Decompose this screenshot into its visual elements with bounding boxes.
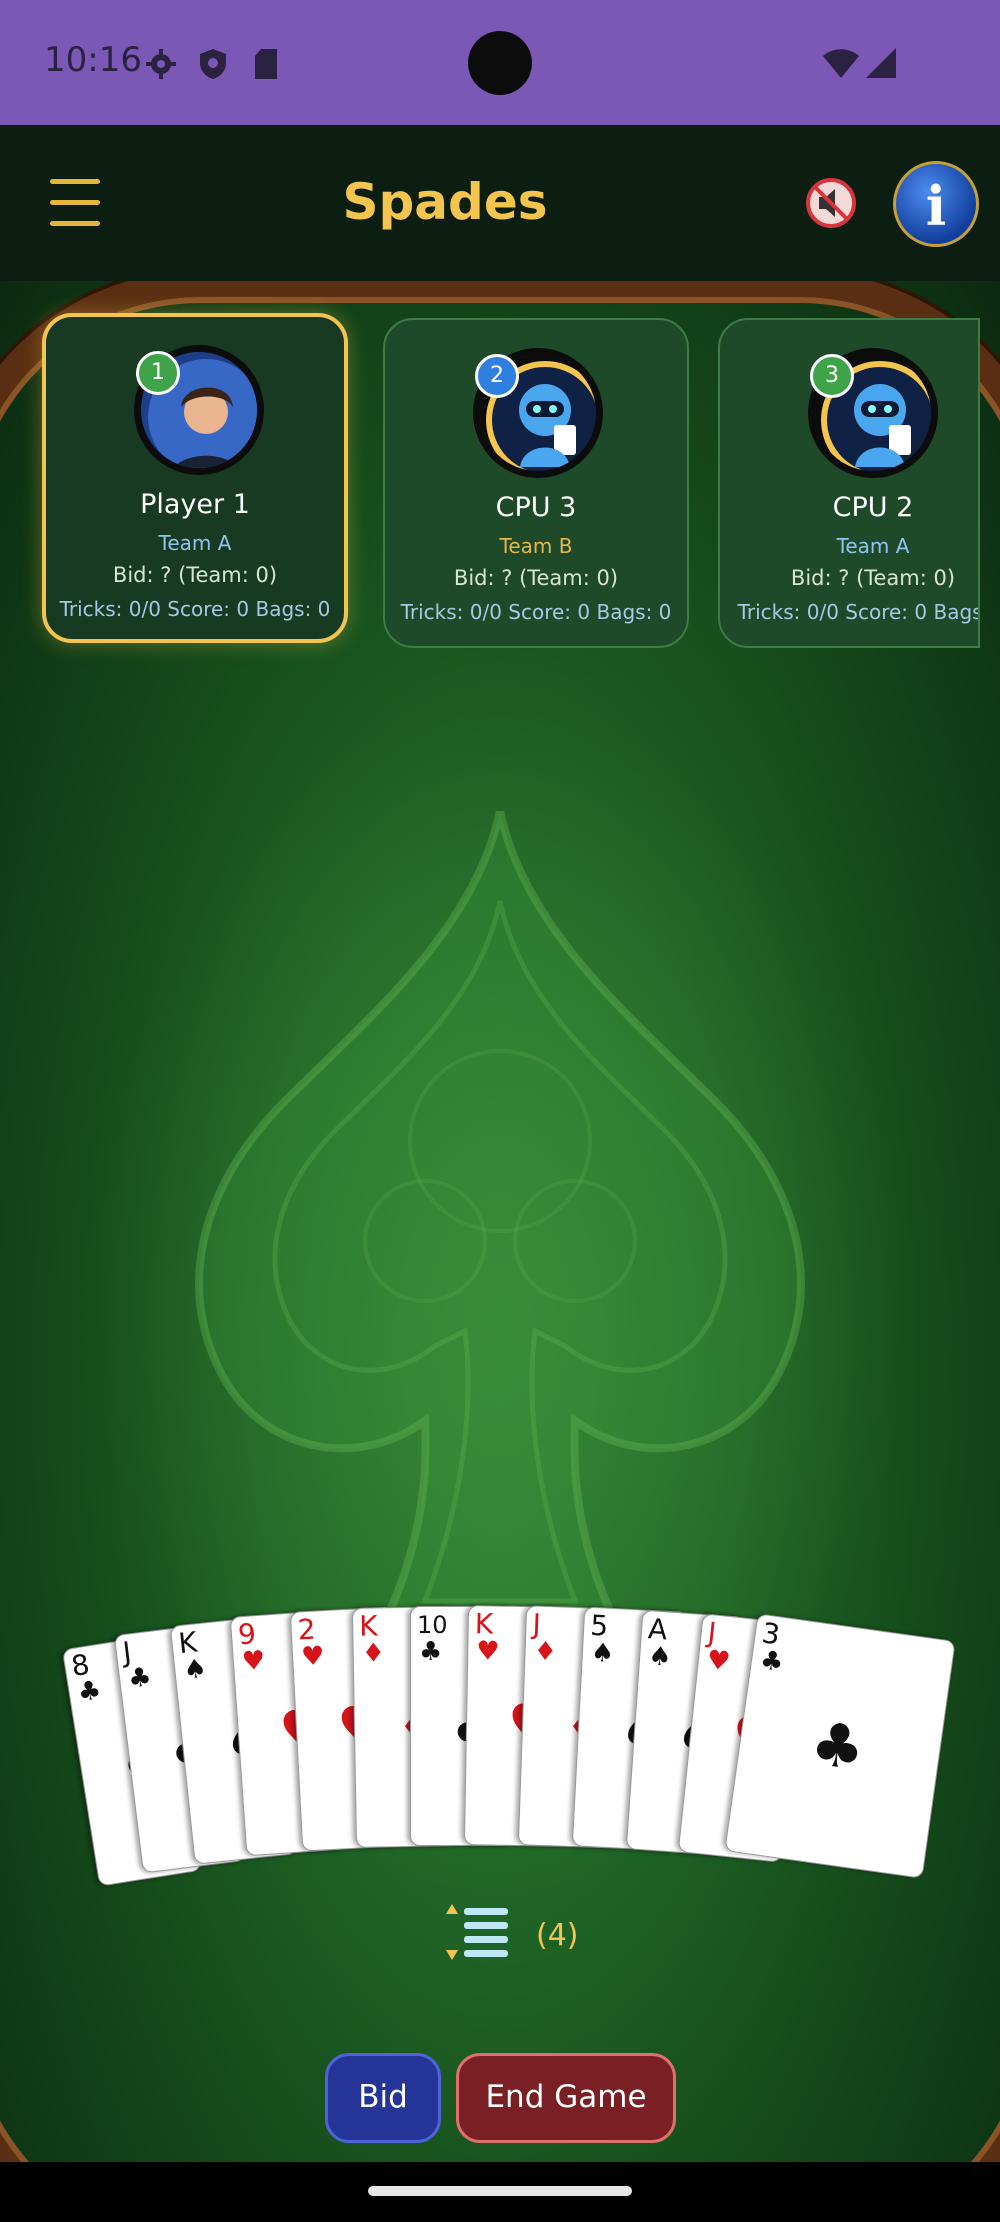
sd-card-icon	[255, 49, 277, 79]
status-time: 10:16	[44, 40, 142, 80]
sort-list-icon[interactable]	[444, 1902, 512, 1962]
player-hand: 8♣♣ J♣♣ K♠♠ 9♥♥ 2♥♥ K♦♦ 10♣♣ K♥♥ J♦♦ 5♠♠	[0, 1580, 1000, 1910]
hamburger-icon[interactable]	[50, 179, 100, 227]
player-bid: Bid: ? (Team: 0)	[453, 566, 619, 590]
home-gesture-bar[interactable]	[368, 2186, 632, 2196]
player-bid: Bid: ? (Team: 0)	[112, 563, 278, 587]
player-team: Team B	[499, 534, 573, 558]
bid-button[interactable]: Bid	[325, 2053, 441, 2143]
player-card-3[interactable]: 3 CPU 2 Team A Bid: ? (Team: 0) Tricks: …	[718, 318, 980, 648]
wifi-icon	[823, 49, 859, 78]
info-icon: i	[925, 174, 947, 238]
player-bid: Bid: ? (Team: 0)	[790, 566, 956, 590]
player-stats: Tricks: 0/0 Score: 0 Bags: 0	[59, 597, 331, 621]
app-title: Spades	[342, 173, 548, 231]
sort-count: (4)	[536, 1918, 579, 1953]
gear-icon	[146, 49, 176, 79]
end-game-button[interactable]: End Game	[456, 2053, 676, 2143]
hand-card[interactable]: 3 ♣ ♣	[724, 1613, 956, 1879]
player-stats: Tricks: 0/0 Score: 0 Bags: 0	[400, 600, 672, 624]
player-card-2[interactable]: 2 CPU 3 Team B Bid: ? (Team: 0) Tricks: …	[383, 318, 689, 648]
app-header: Spades i	[0, 125, 1000, 281]
seat-badge: 2	[475, 354, 519, 398]
muted-speaker-icon[interactable]	[805, 177, 857, 229]
player-name: CPU 2	[832, 492, 914, 523]
player-card-1[interactable]: 1 Player 1 Team A Bid: ? (Team: 0) Trick…	[42, 313, 348, 643]
signal-icon	[866, 48, 896, 78]
front-camera	[468, 31, 532, 95]
spades-screen: 10:16 Spades i 1 Player 1 Team A Bid: ? …	[0, 0, 1000, 2222]
player-name: Player 1	[140, 489, 250, 520]
seat-badge: 1	[136, 351, 180, 395]
player-stats: Tricks: 0/0 Score: 0 Bags: 0	[737, 600, 978, 624]
player-name: CPU 3	[495, 492, 577, 523]
player-team: Team A	[836, 534, 910, 558]
spade-emblem	[195, 811, 805, 1671]
status-bar: 10:16	[0, 0, 1000, 125]
player-team: Team A	[158, 531, 232, 555]
seat-badge: 3	[810, 354, 854, 398]
info-button[interactable]: i	[893, 161, 979, 247]
shield-icon	[200, 49, 226, 79]
